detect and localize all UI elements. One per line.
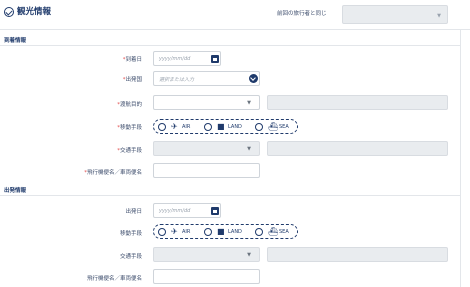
arrival-transit-select: ▼ (153, 141, 260, 156)
departure-flight-input[interactable] (153, 269, 260, 284)
departure-date-input[interactable]: yyyy/mm/dd (153, 203, 221, 218)
arrival-flight-label: *飛行機便名／車両便名 (84, 170, 142, 176)
departure-transit-label: 交通手段 (119, 254, 142, 260)
radio-air[interactable] (158, 228, 166, 236)
calendar-icon[interactable] (211, 207, 219, 215)
arrival-section-title: 到着情報 (4, 38, 27, 44)
airplane-icon: ✈ (171, 122, 178, 131)
arrival-date-placeholder: yyyy/mm/dd (159, 56, 191, 62)
arrival-date-input[interactable]: yyyy/mm/dd (153, 51, 221, 66)
radio-sea[interactable] (255, 123, 263, 131)
right-divider (460, 30, 461, 287)
departure-section-title: 出発情報 (4, 188, 27, 194)
radio-land[interactable] (204, 123, 212, 131)
same-as-previous-label: 前回の旅行者と同じ (277, 11, 327, 17)
option-land-label: LAND (228, 229, 242, 235)
ship-icon: ⛴ (268, 227, 279, 236)
check-circle-icon (4, 7, 14, 17)
departure-country-placeholder: 選択または入力 (159, 77, 195, 83)
calendar-icon[interactable] (211, 55, 219, 63)
radio-land[interactable] (204, 228, 212, 236)
departure-country-label: *出発国 (122, 77, 142, 83)
arrival-date-label: *到着日 (122, 57, 142, 63)
arrival-transit-other-input (267, 141, 448, 156)
arrival-transport-radio-group: ✈ AIR ■ LAND ⛴ SEA (153, 119, 298, 134)
section-divider (0, 45, 460, 46)
departure-country-input[interactable]: 選択または入力 (153, 71, 260, 86)
chevron-down-icon[interactable] (249, 74, 258, 83)
arrival-transit-label: *交通手段 (117, 148, 142, 154)
section-divider (0, 195, 460, 196)
option-sea-label: SEA (279, 124, 289, 130)
page-header: 観光情報 前回の旅行者と同じ ▼ (0, 0, 470, 30)
radio-air[interactable] (158, 123, 166, 131)
car-icon: ■ (217, 122, 225, 131)
same-as-previous-select[interactable]: ▼ (342, 5, 448, 24)
option-land-label: LAND (228, 124, 242, 130)
arrival-transport-label: *移動手段 (117, 125, 142, 131)
departure-transit-select: ▼ (153, 247, 260, 262)
airplane-icon: ✈ (171, 227, 178, 236)
departure-transport-radio-group: ✈ AIR ■ LAND ⛴ SEA (153, 224, 298, 239)
departure-transit-other-input (267, 247, 448, 262)
departure-flight-label: 飛行機便名／車両便名 (86, 276, 142, 282)
radio-sea[interactable] (255, 228, 263, 236)
departure-date-placeholder: yyyy/mm/dd (159, 208, 191, 214)
travel-purpose-other-input (267, 95, 448, 110)
option-air-label: AIR (182, 229, 191, 235)
car-icon: ■ (217, 227, 225, 236)
chevron-down-icon: ▼ (437, 13, 441, 19)
option-sea-label: SEA (279, 229, 289, 235)
departure-date-label: 出発日 (125, 209, 142, 215)
chevron-down-icon: ▼ (247, 146, 251, 152)
option-air-label: AIR (182, 124, 191, 130)
departure-transport-label: 移動手段 (119, 231, 142, 237)
chevron-down-icon: ▼ (247, 252, 251, 258)
page-title: 観光情報 (17, 7, 52, 17)
arrival-flight-input[interactable] (153, 163, 260, 178)
ship-icon: ⛴ (268, 122, 279, 131)
travel-purpose-select[interactable]: ▼ (153, 95, 260, 110)
travel-purpose-label: *渡航目的 (117, 102, 142, 108)
chevron-down-icon: ▼ (247, 100, 251, 106)
